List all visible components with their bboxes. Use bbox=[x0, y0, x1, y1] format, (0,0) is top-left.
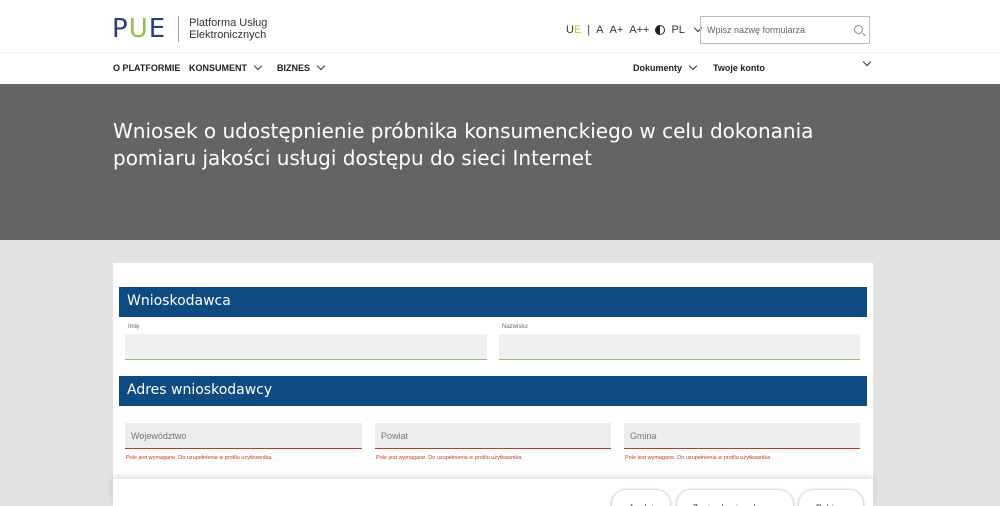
toolbar-separator: | bbox=[587, 24, 591, 36]
last-name-field bbox=[499, 334, 860, 360]
last-name-label: Nazwisko bbox=[502, 324, 528, 330]
first-name-field bbox=[125, 334, 487, 360]
nav-item-business[interactable]: BIZNES bbox=[277, 61, 326, 73]
nav-documents-label: Dokumenty bbox=[633, 63, 683, 73]
first-name-input[interactable] bbox=[125, 334, 487, 359]
commune-input[interactable] bbox=[624, 423, 860, 448]
eu-letter-e: E bbox=[573, 24, 582, 36]
logo-letter-e: E bbox=[148, 14, 167, 44]
logo-text: Platforma Usług Elektronicznych bbox=[189, 17, 267, 41]
font-size-large-button[interactable]: A+ bbox=[610, 24, 624, 36]
search-icon[interactable] bbox=[854, 25, 863, 34]
logo-letter-p: P bbox=[112, 14, 129, 44]
language-selector[interactable]: PL bbox=[671, 24, 684, 36]
nav-account-label: Twoje konto bbox=[713, 63, 765, 73]
chevron-down-icon bbox=[688, 61, 698, 71]
account-chevron-down-icon[interactable] bbox=[860, 57, 872, 67]
logo-mark: PUE bbox=[112, 14, 166, 44]
logo-letter-u: U bbox=[128, 14, 149, 44]
eu-link[interactable]: UE bbox=[566, 24, 581, 36]
save-draft-button[interactable]: Zapisz kopię roboczą bbox=[676, 489, 794, 506]
first-name-label: Imię bbox=[128, 324, 140, 330]
form-card: Wnioskodawca Imię Nazwisko Adres wniosko… bbox=[113, 263, 873, 506]
form-search bbox=[700, 16, 870, 44]
contrast-icon[interactable] bbox=[655, 25, 666, 35]
section-header-applicant: Wnioskodawca bbox=[119, 287, 867, 317]
font-size-xlarge-button[interactable]: A++ bbox=[629, 24, 649, 36]
last-name-input[interactable] bbox=[499, 334, 860, 359]
county-input[interactable] bbox=[375, 423, 611, 448]
search-input[interactable] bbox=[707, 25, 847, 35]
nav-item-platform[interactable]: O PLATFORMIE bbox=[113, 63, 180, 73]
nav-item-account[interactable]: Twoje konto bbox=[713, 63, 765, 73]
logo-line-1: Platforma Usług bbox=[189, 17, 268, 29]
chevron-down-icon bbox=[253, 61, 263, 71]
nav-item-consumer[interactable]: KONSUMENT bbox=[189, 61, 263, 73]
logo-line-2: Elektronicznych bbox=[189, 29, 267, 41]
chevron-down-icon bbox=[862, 57, 872, 67]
pue-logo[interactable]: PUE Platforma Usług Elektronicznych bbox=[112, 14, 267, 44]
nav-platform-label: O PLATFORMIE bbox=[113, 63, 181, 73]
commune-error: Pole jest wymagane. Do uzupełnienia w pr… bbox=[625, 455, 772, 461]
main-nav: O PLATFORMIE KONSUMENT BIZNES Dokumenty … bbox=[0, 52, 1000, 82]
voivodeship-field bbox=[125, 423, 362, 449]
top-bar: PUE Platforma Usług Elektronicznych UE |… bbox=[0, 0, 1000, 84]
download-button[interactable]: Pobierz bbox=[798, 489, 864, 506]
cancel-button[interactable]: Anuluj bbox=[611, 489, 671, 506]
nav-item-documents[interactable]: Dokumenty bbox=[633, 61, 698, 73]
eu-letter-u: U bbox=[566, 24, 574, 36]
voivodeship-error: Pole jest wymagane. Do uzupełnienia w pr… bbox=[126, 455, 273, 461]
voivodeship-input[interactable] bbox=[125, 423, 362, 448]
chevron-down-icon bbox=[316, 61, 326, 71]
section-header-address: Adres wnioskodawcy bbox=[119, 376, 867, 406]
font-size-normal-button[interactable]: A bbox=[596, 24, 603, 36]
accessibility-toolbar: UE | A A+ A++ PL bbox=[566, 23, 703, 36]
nav-business-label: BIZNES bbox=[277, 63, 311, 73]
page-banner: Wniosek o udostępnienie próbnika konsume… bbox=[0, 84, 1000, 240]
logo-divider bbox=[178, 16, 180, 42]
nav-consumer-label: KONSUMENT bbox=[189, 63, 247, 73]
county-error: Pole jest wymagane. Do uzupełnienia w pr… bbox=[376, 455, 523, 461]
county-field bbox=[375, 423, 611, 449]
form-actions-bar: Anuluj Zapisz kopię roboczą Pobierz bbox=[113, 479, 873, 506]
page-title: Wniosek o udostępnienie próbnika konsume… bbox=[113, 119, 814, 170]
commune-field bbox=[624, 423, 860, 449]
